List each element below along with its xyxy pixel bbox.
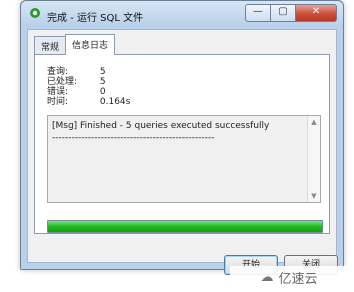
log-textarea[interactable]: [Msg] Finished - 5 queries executed succ… [47,115,321,203]
progress-bar [47,220,323,233]
stat-label: 已处理: [47,77,78,87]
stat-errors: 错误: 0 [47,87,130,97]
stat-queries: 查询: 5 [47,67,130,77]
tab-info-log[interactable]: 信息日志 [65,34,116,55]
dialog-body: 常规 信息日志 查询: 5 已处理: 5 错误: 0 时间: 0.164s [M… [27,29,338,275]
stat-label: 查询: [47,67,69,77]
log-scrollbar[interactable]: ▲ ▼ [307,116,320,202]
info-log-panel: 查询: 5 已处理: 5 错误: 0 时间: 0.164s [Msg] Fini… [34,54,330,234]
scroll-up-icon[interactable]: ▲ [308,118,320,126]
window-controls: — ▢ ✕ [245,4,337,22]
stat-label: 错误: [47,87,69,97]
log-separator: ----------------------------------------… [52,133,215,143]
stat-value: 0.164s [99,97,131,107]
watermark-text: 亿速云 [278,271,318,287]
minimize-icon: — [253,6,263,17]
cloud-logo-icon: ☁ [260,269,274,285]
stat-time: 时间: 0.164s [47,97,130,107]
app-icon [30,8,40,18]
close-window-button[interactable]: ✕ [296,4,337,22]
run-sql-dialog: 完成 - 运行 SQL 文件 — ▢ ✕ 常规 信息日志 查询: 5 已处理: … [20,0,344,275]
window-title: 完成 - 运行 SQL 文件 [47,13,144,24]
minimize-button[interactable]: — [245,4,271,22]
log-content: [Msg] Finished - 5 queries executed succ… [52,120,306,144]
stat-value: 0 [99,87,106,97]
log-line: [Msg] Finished - 5 queries executed succ… [52,121,270,131]
close-icon: ✕ [311,6,321,17]
maximize-button[interactable]: ▢ [271,4,296,22]
stats-list: 查询: 5 已处理: 5 错误: 0 时间: 0.164s [47,67,130,107]
progress-fill [48,221,322,232]
stat-value: 5 [99,77,106,87]
stat-label: 时间: [47,97,69,107]
title-bar: 完成 - 运行 SQL 文件 — ▢ ✕ [21,1,343,27]
scroll-down-icon[interactable]: ▼ [308,192,320,200]
watermark: ☁ 亿速云 [230,266,348,288]
stat-processed: 已处理: 5 [47,77,130,87]
stat-value: 5 [99,67,106,77]
maximize-icon: ▢ [278,6,288,17]
